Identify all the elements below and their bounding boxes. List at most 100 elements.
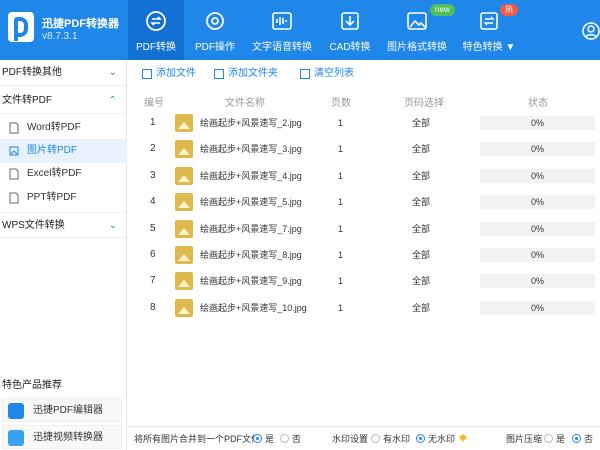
group-label: 文件转PDF: [2, 95, 52, 106]
sidebar: PDF转换其他 ⌄ 文件转PDF ⌃ Word转PDF 图片转PDF Excel…: [0, 60, 127, 450]
row-status: 0%: [530, 197, 544, 208]
row-filename: 绘画起步+风景速写_10.jpg: [200, 302, 307, 313]
row-progress-bar: 0%: [480, 116, 595, 130]
image-thumbnail-icon: [175, 219, 193, 238]
pdf-convert-icon: [146, 11, 166, 31]
image-thumbnail-icon: [175, 193, 193, 212]
image-thumbnail-icon: [175, 166, 193, 185]
chevron-down-icon: ⌄: [108, 220, 117, 231]
app-version: v8.7.3.1: [42, 31, 78, 42]
row-filename: 绘画起步+风景速写_8.jpg: [200, 250, 302, 260]
row-number: 4: [150, 196, 156, 208]
pdf-editor-icon: [8, 403, 24, 419]
voice-wave-icon: [272, 12, 292, 30]
clear-list-button[interactable]: 清空列表: [300, 66, 354, 82]
sidebar-item-image-to-pdf[interactable]: 图片转PDF: [0, 139, 127, 163]
table-row[interactable]: 2 绘画起步+风景速写_3.jpg 1 全部 0%: [130, 136, 600, 162]
table-row[interactable]: 5 绘画起步+风景速写_7.jpg 1 全部 0%: [130, 216, 600, 242]
add-file-button[interactable]: 添加文件: [142, 66, 196, 82]
row-page-range[interactable]: 全部: [412, 268, 430, 294]
row-page-range[interactable]: 全部: [412, 163, 430, 189]
merge-yes-radio[interactable]: [253, 434, 262, 443]
tab-label: 图片格式转换: [387, 42, 447, 53]
merge-no-radio[interactable]: [280, 434, 289, 443]
promo-video-converter[interactable]: 迅捷视频转换器: [2, 425, 122, 449]
row-pages: 1: [338, 144, 344, 155]
promo-pdf-editor[interactable]: 迅捷PDF编辑器: [2, 398, 122, 422]
row-progress-bar: 0%: [480, 274, 595, 289]
image-thumbnail-icon: [175, 298, 193, 317]
row-progress-bar: 0%: [480, 142, 595, 157]
compress-yes-label: 是: [556, 434, 566, 444]
row-pages: 1: [338, 223, 344, 234]
sidebar-group-file-to-pdf[interactable]: 文件转PDF ⌃: [0, 88, 127, 114]
chevron-up-icon: ⌃: [108, 95, 117, 106]
sidebar-item-excel-to-pdf[interactable]: Excel转PDF: [0, 162, 127, 186]
hot-badge: 热: [500, 4, 518, 16]
tab-cad-convert[interactable]: CAD转换: [324, 0, 376, 60]
table-row[interactable]: 1 绘画起步+风景速写_2.jpg 1 全部 0%: [130, 110, 600, 136]
compress-no-radio[interactable]: [572, 434, 581, 443]
top-bar: 迅捷PDF转换器 v8.7.3.1 PDF转换 PDF操作 文字语音转换 CAD…: [0, 0, 600, 60]
row-number: 2: [150, 143, 156, 155]
row-pages: 1: [338, 197, 344, 208]
row-status: 0%: [530, 170, 544, 181]
row-page-range[interactable]: 全部: [412, 136, 430, 162]
row-status: 0%: [530, 302, 544, 313]
tab-label: CAD转换: [329, 42, 371, 53]
app-name: 迅捷PDF转换器: [42, 18, 119, 30]
header-status: 状态: [528, 98, 548, 109]
row-page-range[interactable]: 全部: [412, 295, 430, 321]
sidebar-item-ppt-to-pdf[interactable]: PPT转PDF: [0, 186, 127, 210]
table-row[interactable]: 8 绘画起步+风景速写_10.jpg 1 全部 0%: [130, 295, 600, 321]
tab-pdf-operate[interactable]: PDF操作: [188, 0, 242, 60]
row-filename: 绘画起步+风景速写_5.jpg: [200, 197, 302, 208]
row-pages: 1: [338, 276, 344, 287]
row-filename: 绘画起步+风景速写_4.jpg: [200, 170, 302, 181]
sidebar-item-label: Excel转PDF: [27, 168, 82, 179]
row-pages: 1: [338, 170, 344, 181]
sidebar-group-wps[interactable]: WPS文件转换 ⌄: [0, 212, 127, 238]
add-folder-icon: [214, 69, 224, 79]
add-folder-button[interactable]: 添加文件夹: [214, 66, 278, 82]
tab-text-voice[interactable]: 文字语音转换: [250, 0, 314, 60]
chevron-down-icon: ⌄: [108, 67, 117, 78]
watermark-on-radio[interactable]: [371, 434, 380, 443]
sidebar-item-word-to-pdf[interactable]: Word转PDF: [0, 116, 127, 140]
tab-pdf-convert[interactable]: PDF转换: [128, 0, 184, 60]
merge-yes-label: 是: [265, 434, 275, 444]
table-row[interactable]: 4 绘画起步+风景速写_5.jpg 1 全部 0%: [130, 189, 600, 215]
add-folder-label: 添加文件夹: [228, 68, 278, 79]
image-icon: [407, 12, 427, 30]
table-row[interactable]: 6 绘画起步+风景速写_8.jpg 1 全部 0%: [130, 242, 600, 268]
row-page-range[interactable]: 全部: [412, 216, 430, 242]
row-number: 5: [150, 222, 156, 234]
watermark-off-radio[interactable]: [416, 434, 425, 443]
row-status: 0%: [530, 250, 544, 260]
promo-label: 迅捷视频转换器: [33, 432, 103, 443]
row-progress-bar: 0%: [480, 168, 595, 183]
table-row[interactable]: 7 绘画起步+风景速写_9.jpg 1 全部 0%: [130, 268, 600, 294]
row-page-range[interactable]: 全部: [412, 110, 430, 136]
row-page-range[interactable]: 全部: [412, 189, 430, 215]
ppt-doc-icon: [9, 192, 19, 204]
user-icon[interactable]: [582, 22, 600, 40]
row-number: 6: [150, 249, 156, 260]
merge-no-label: 否: [292, 434, 302, 444]
image-thumbnail-icon: [175, 272, 193, 291]
sidebar-group-pdf-to-other[interactable]: PDF转换其他 ⌄: [0, 60, 127, 86]
tab-label: 特色转换 ▼: [462, 42, 516, 53]
row-status: 0%: [530, 144, 544, 155]
row-progress-bar: 0%: [480, 248, 595, 262]
row-page-range[interactable]: 全部: [412, 242, 430, 268]
compress-yes-radio[interactable]: [544, 434, 553, 443]
row-filename: 绘画起步+风景速写_9.jpg: [200, 276, 302, 287]
watermark-label: 水印设置: [332, 434, 369, 444]
add-file-icon: [142, 69, 152, 79]
group-label: WPS文件转换: [2, 220, 65, 231]
row-status: 0%: [530, 276, 544, 287]
promo-label: 迅捷PDF编辑器: [33, 405, 103, 416]
app-logo: [8, 12, 34, 42]
special-convert-icon: [480, 12, 498, 30]
table-row[interactable]: 3 绘画起步+风景速写_4.jpg 1 全部 0%: [130, 163, 600, 189]
